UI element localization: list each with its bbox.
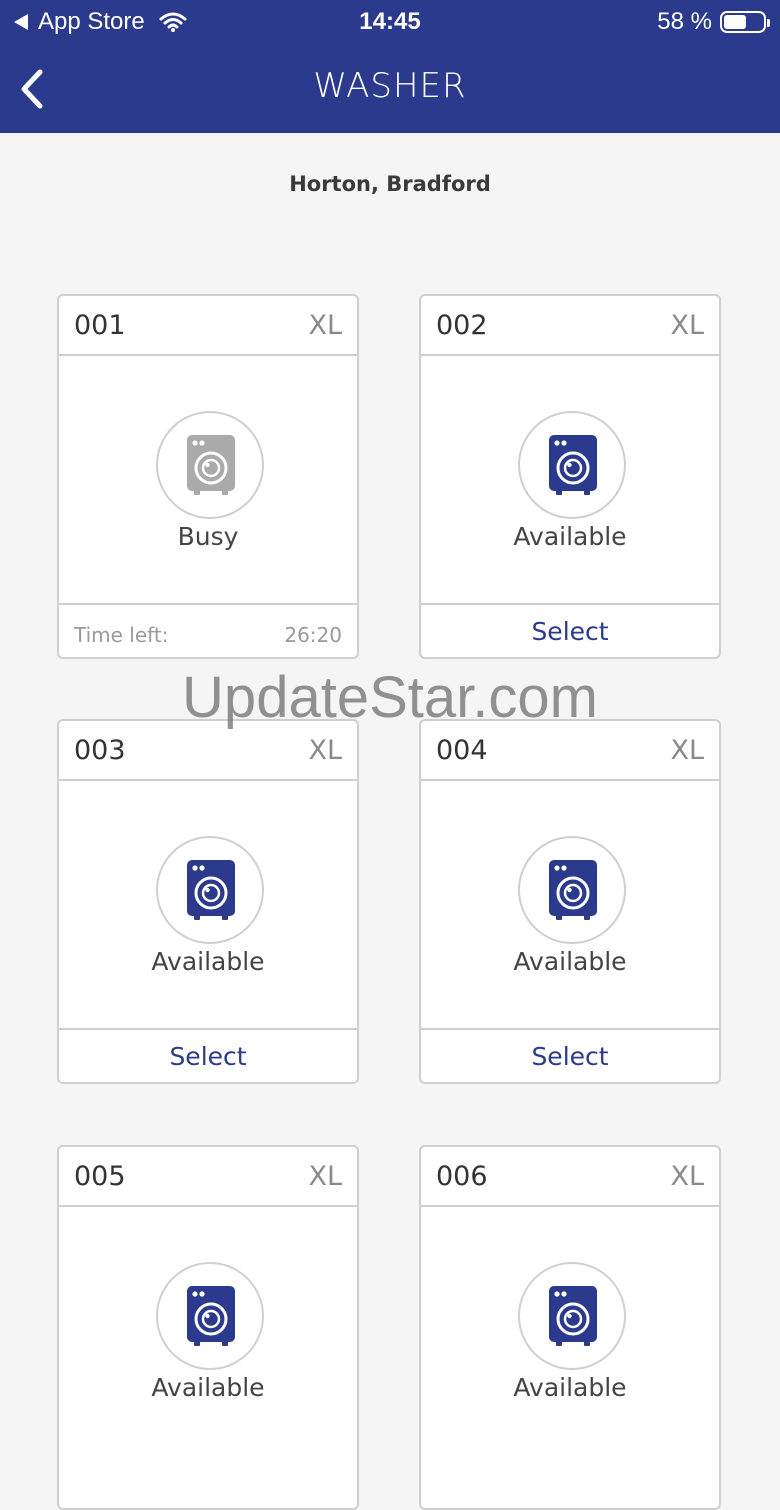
card-header: 004 XL (421, 721, 719, 781)
machine-card-004[interactable]: 004 XL Available Select (419, 719, 721, 1084)
machine-icon-circle (518, 836, 626, 944)
machine-number: 004 (436, 735, 488, 766)
machine-icon-circle (156, 1262, 264, 1370)
machine-icon-circle (518, 411, 626, 519)
machine-card-002[interactable]: 002 XL Available Select (419, 294, 721, 659)
card-footer: Time left: 26:20 (59, 603, 357, 657)
card-header: 006 XL (421, 1147, 719, 1207)
card-footer: Select (421, 1028, 719, 1082)
location-label: Horton, Bradford (289, 172, 491, 196)
machine-card-006[interactable]: 006 XL Available (419, 1145, 721, 1510)
washing-machine-icon (187, 860, 235, 920)
machine-number: 005 (74, 1161, 126, 1192)
machine-number: 001 (74, 310, 126, 341)
machine-card-003[interactable]: 003 XL Available Select (57, 719, 359, 1084)
machine-status: Available (513, 522, 627, 551)
machine-icon-circle (156, 411, 264, 519)
nav-bar: WASHER (0, 44, 780, 133)
card-header: 005 XL (59, 1147, 357, 1207)
machine-card-005[interactable]: 005 XL Available (57, 1145, 359, 1510)
machine-icon-circle (156, 836, 264, 944)
battery-icon (720, 11, 770, 33)
card-header: 003 XL (59, 721, 357, 781)
washing-machine-icon (549, 860, 597, 920)
card-header: 001 XL (59, 296, 357, 356)
machine-size: XL (308, 735, 342, 766)
machine-size: XL (308, 1161, 342, 1192)
machine-size: XL (670, 1161, 704, 1192)
select-button[interactable]: Select (421, 617, 719, 646)
time-left-label: Time left: (74, 623, 169, 647)
machine-number: 002 (436, 310, 488, 341)
machine-icon-circle (518, 1262, 626, 1370)
washing-machine-icon (549, 1286, 597, 1346)
time-left-value: 26:20 (284, 623, 342, 647)
machine-status: Available (151, 1373, 265, 1402)
machine-number: 003 (74, 735, 126, 766)
washing-machine-icon (549, 435, 597, 495)
page-title: WASHER (313, 66, 467, 106)
machine-status: Available (513, 947, 627, 976)
machine-number: 006 (436, 1161, 488, 1192)
card-header: 002 XL (421, 296, 719, 356)
battery-fill (724, 15, 746, 29)
machine-card-001[interactable]: 001 XL Busy Time left: 26:20 (57, 294, 359, 659)
card-footer: Select (421, 603, 719, 657)
battery-percent: 58 % (657, 8, 712, 35)
status-bar: App Store 14:45 58 % (0, 0, 780, 44)
machine-size: XL (308, 310, 342, 341)
washing-machine-icon (187, 435, 235, 495)
washing-machine-icon (187, 1286, 235, 1346)
select-button[interactable]: Select (421, 1042, 719, 1071)
select-button[interactable]: Select (59, 1042, 357, 1071)
machine-size: XL (670, 735, 704, 766)
machine-size: XL (670, 310, 704, 341)
machine-status: Available (151, 947, 265, 976)
card-footer: Select (59, 1028, 357, 1082)
machine-status: Busy (177, 522, 239, 551)
battery-status: 58 % (657, 8, 770, 36)
machine-status: Available (513, 1373, 627, 1402)
